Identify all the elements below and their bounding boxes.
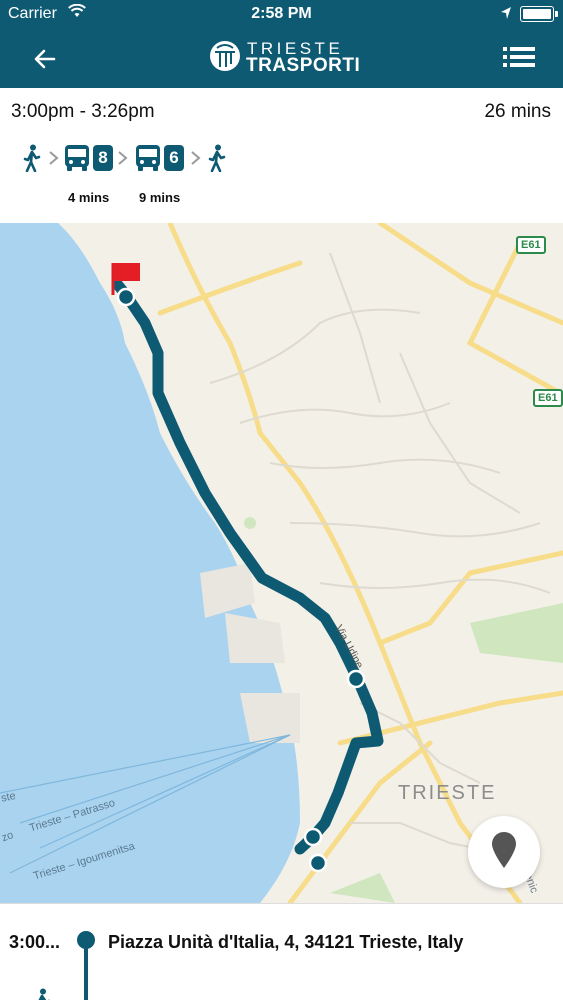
battery-icon xyxy=(520,6,558,22)
walk-icon xyxy=(32,988,52,1000)
walk-icon xyxy=(22,144,42,172)
highway-badge: E61 xyxy=(533,389,563,407)
trieste-trasporti-logo: TRIESTE TRASPORTI xyxy=(209,38,361,78)
leg-duration: 9 mins xyxy=(139,190,181,205)
navigation-bar: TRIESTE TRASPORTI xyxy=(0,30,563,88)
chevron-right-icon xyxy=(48,150,60,166)
city-label: TRIESTE xyxy=(398,782,497,804)
route-badge-6: 6 xyxy=(164,145,184,171)
route-map[interactable]: TRIESTE Via Udine E61 E61 Trieste – Patr… xyxy=(0,223,563,903)
list-menu-icon[interactable] xyxy=(501,44,537,70)
location-arrow-icon xyxy=(500,6,512,25)
walk-icon xyxy=(207,144,227,172)
logo-mark-icon xyxy=(210,41,240,71)
step-time: 3:00... xyxy=(9,932,61,952)
leg-duration: 4 mins xyxy=(68,190,110,205)
locate-button[interactable] xyxy=(468,816,540,888)
bus-icon xyxy=(134,144,162,172)
clock: 2:58 PM xyxy=(251,5,312,22)
trip-summary[interactable]: 3:00pm - 3:26pm 26 mins 8 4 mins 6 9 min… xyxy=(0,88,563,223)
step-connector-line xyxy=(84,946,88,1000)
highway-badge: E61 xyxy=(516,236,546,254)
status-bar: Carrier 2:58 PM xyxy=(0,0,563,30)
itinerary-list[interactable]: 3:00... Piazza Unità d'Italia, 4, 34121 … xyxy=(0,903,563,1000)
trip-duration: 26 mins xyxy=(484,101,551,122)
step-dot xyxy=(77,931,95,949)
chevron-right-icon xyxy=(117,150,129,166)
logo-text-bottom: TRASPORTI xyxy=(246,55,361,76)
route-badge-8: 8 xyxy=(93,145,113,171)
back-arrow-icon[interactable] xyxy=(30,44,62,74)
step-place: Piazza Unità d'Italia, 4, 34121 Trieste,… xyxy=(108,932,464,952)
trip-time-range: 3:00pm - 3:26pm xyxy=(11,101,155,122)
bus-icon xyxy=(63,144,91,172)
map-pin-icon xyxy=(492,832,516,868)
chevron-right-icon xyxy=(190,150,202,166)
